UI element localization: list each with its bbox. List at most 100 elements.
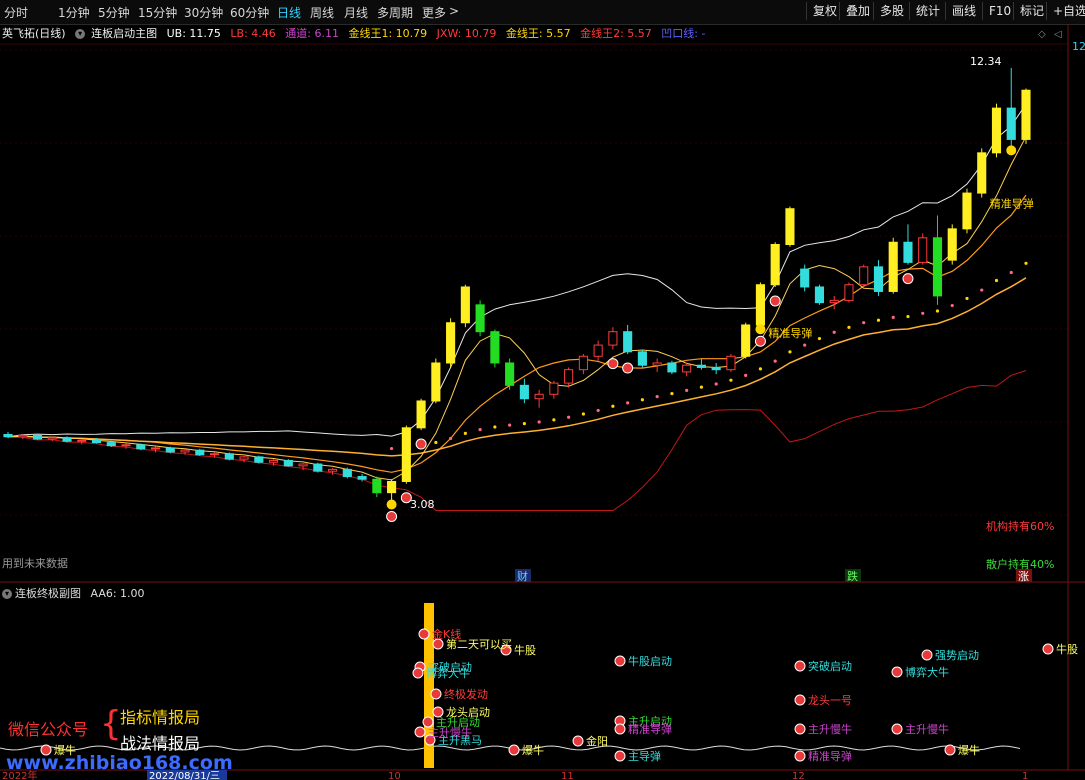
notch-dot: [640, 398, 645, 402]
sub-signal-label: 强势启动: [935, 649, 979, 662]
event-marker-finance-label: 财: [517, 569, 528, 583]
sub-signal-ball: [891, 666, 903, 678]
candle-body: [623, 331, 633, 353]
signal-ball: [622, 362, 634, 374]
candle-body: [652, 362, 662, 366]
retail-holding: 散户持有40%: [986, 557, 1054, 571]
candle-body: [150, 447, 161, 450]
candle-body: [32, 434, 43, 440]
candle-body: [3, 434, 13, 438]
kline-chart[interactable]: 精准导弹精准导弹 12.34 3.08 用到未来数据 机构持有60% 散户持有4…: [0, 0, 1085, 780]
notch-dot: [921, 311, 925, 315]
lower-band-line: [7, 370, 1027, 511]
candle-body: [844, 284, 854, 301]
notch-dot: [493, 425, 497, 429]
signal-ball: [386, 510, 398, 522]
candle-body: [254, 456, 264, 463]
candle-body: [328, 468, 338, 472]
sub-signal-ball: [430, 688, 442, 700]
sub-signal-ball: [572, 735, 584, 747]
notch-dot: [950, 303, 954, 308]
sub-signal-ball: [508, 744, 520, 756]
sub-signal-ball: [614, 750, 626, 762]
candle-body: [165, 447, 175, 453]
sub-signal-label: 博弈大牛: [905, 666, 949, 679]
candle-body: [800, 268, 810, 288]
candle-body: [77, 439, 87, 442]
candle-body: [136, 444, 146, 450]
candle-body: [785, 208, 795, 245]
notch-dot: [744, 373, 748, 377]
notch-dot: [803, 343, 807, 347]
notch-dot: [463, 431, 467, 435]
future-data-note: 用到未来数据: [2, 556, 68, 570]
sub-signal-label: 爆牛: [522, 744, 544, 757]
sub-signal-label: 突破启动: [808, 660, 852, 673]
candle-body: [446, 322, 456, 364]
candle-body: [578, 355, 588, 371]
sub-signal-label: 牛股启动: [628, 655, 672, 668]
watermark-line-1: 指标情报局: [120, 708, 201, 727]
candles: [3, 67, 1031, 503]
sub-signal-ball: [921, 649, 933, 661]
sub-signal-ball: [944, 744, 956, 756]
sub-signal-ball: [614, 723, 626, 735]
candle-body: [711, 366, 721, 371]
candle-body: [91, 439, 102, 444]
settings-circle-icon[interactable]: ▾: [2, 589, 12, 599]
candle-body: [475, 304, 485, 333]
price-low-label: 3.08: [410, 498, 435, 511]
sub-signal-label: 牛股: [1056, 643, 1078, 656]
notch-dot: [389, 446, 394, 451]
notch-dot: [537, 420, 541, 424]
candle-body: [696, 364, 706, 368]
candle-body: [991, 107, 1002, 154]
candle-body: [947, 228, 957, 261]
candle-body: [1006, 107, 1016, 140]
notch-dot: [1024, 261, 1028, 265]
candle-body: [770, 243, 780, 286]
watermark-brace: {: [100, 704, 122, 744]
candle-body: [490, 331, 500, 364]
candle-body: [726, 355, 736, 371]
price-axis-top: 12: [1072, 40, 1085, 53]
candle-body: [534, 393, 544, 400]
sub-signal-label: 主升黑马: [438, 734, 482, 747]
candle-body: [564, 369, 574, 384]
notch-dot: [935, 309, 940, 313]
notch-dot: [714, 382, 718, 386]
sub-signal-ball: [794, 723, 806, 735]
smile-marker: [1006, 145, 1017, 156]
sub-indicator-name[interactable]: 连板终极副图: [15, 587, 81, 600]
collapse-icon[interactable]: ◁: [1054, 29, 1062, 40]
candle-body: [239, 456, 249, 460]
diamond-icon[interactable]: ◇: [1038, 29, 1046, 40]
candle-body: [401, 427, 411, 482]
candle-body: [209, 453, 220, 456]
sub-signal-label: 金阳: [586, 735, 608, 748]
notch-dot: [449, 436, 453, 441]
notch-dot: [478, 428, 482, 432]
notch-dot: [611, 404, 615, 408]
candle-body: [608, 331, 618, 346]
price-high-label: 12.34: [970, 55, 1002, 68]
sub-signal-ball: [1042, 643, 1054, 655]
sub-signal-label: 爆牛: [958, 744, 980, 757]
candle-body: [357, 476, 367, 480]
candle-body: [549, 382, 559, 395]
sub-signal-ball: [794, 750, 806, 762]
notch-dot: [906, 314, 910, 319]
notch-dot: [729, 378, 733, 382]
signal-marks: 精准导弹精准导弹: [386, 145, 1034, 522]
notch-dot: [773, 359, 777, 363]
candle-body: [829, 299, 839, 304]
notch-dot: [581, 412, 585, 416]
notch-dot: [655, 395, 659, 399]
notch-dot: [670, 391, 674, 396]
candle-body: [814, 286, 825, 304]
sub-signal-label: 龙头一号: [808, 694, 852, 707]
candle-body: [505, 362, 515, 386]
signal-ball: [902, 273, 914, 285]
institution-holding: 机构持有60%: [986, 519, 1054, 533]
candle-body: [977, 152, 987, 194]
